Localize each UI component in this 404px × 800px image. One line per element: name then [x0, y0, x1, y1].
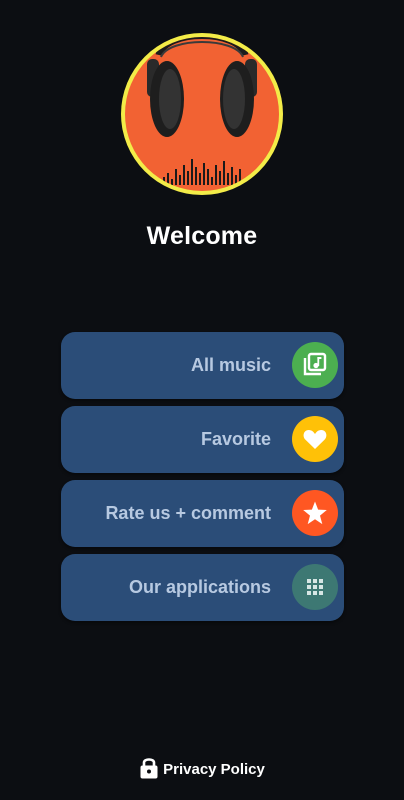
favorite-button[interactable]: Favorite [61, 406, 344, 473]
rate-us-button[interactable]: Rate us + comment [61, 480, 344, 547]
headphones-logo-icon [125, 37, 279, 191]
music-library-icon [292, 342, 338, 388]
heart-icon [292, 416, 338, 462]
privacy-policy-link[interactable]: Privacy Policy [0, 755, 404, 784]
all-music-label: All music [190, 355, 271, 375]
privacy-policy-label: Privacy Policy [163, 761, 265, 778]
our-applications-label: Our applications [128, 577, 271, 597]
all-music-button[interactable]: All music [61, 332, 344, 399]
app-logo [121, 33, 283, 195]
apps-grid-icon [292, 564, 338, 610]
lock-icon [139, 755, 159, 784]
our-applications-button[interactable]: Our applications [61, 554, 344, 621]
star-icon [292, 490, 338, 536]
welcome-title: Welcome [146, 222, 258, 250]
rate-us-label: Rate us + comment [105, 503, 271, 523]
main-menu: All music Favorite Rate us + comment Our… [61, 332, 344, 628]
favorite-label: Favorite [200, 429, 271, 449]
